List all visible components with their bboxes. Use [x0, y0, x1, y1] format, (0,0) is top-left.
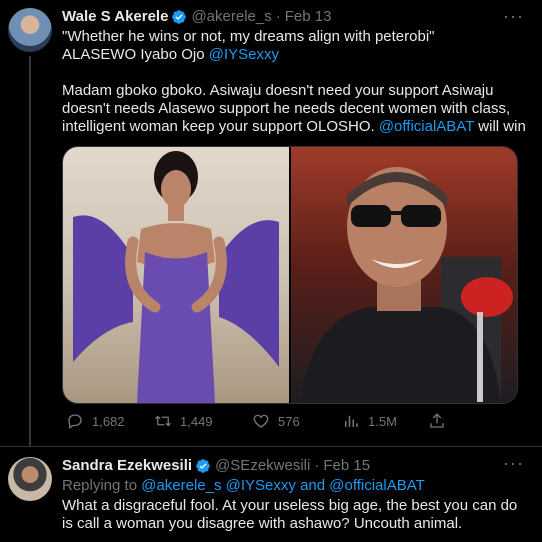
views-chart-icon	[345, 415, 358, 427]
like-count: 576	[278, 413, 300, 429]
thread-line	[29, 56, 31, 446]
media-grid	[62, 146, 518, 404]
more-dots-icon[interactable]: ···	[503, 453, 524, 474]
tweet-body: Madam gboko gboko. Asiwaju doesn't need …	[62, 82, 532, 136]
avatar[interactable]	[8, 457, 52, 501]
tweet-date[interactable]: Feb 15	[323, 457, 370, 474]
retweet-icon	[155, 415, 171, 427]
author-name[interactable]: Wale S Akerele	[62, 8, 168, 25]
heart-icon	[253, 414, 269, 428]
views-count: 1.5M	[368, 413, 397, 429]
share-icon	[430, 413, 444, 428]
mention-link[interactable]: @officialABAT	[379, 118, 474, 135]
share-button[interactable]	[428, 412, 454, 430]
replying-to-mentions[interactable]: @akerele_s @IYSexxy and @officialABAT	[141, 477, 425, 494]
more-dots-icon[interactable]: ···	[503, 6, 524, 27]
reply-count: 1,682	[92, 413, 125, 429]
replying-to: Replying to @akerele_s @IYSexxy and @off…	[62, 477, 532, 495]
author-name[interactable]: Sandra Ezekwesili	[62, 457, 192, 474]
tweet-sezekwesili[interactable]: Sandra Ezekwesili @SEzekwesili · Feb 15 …	[0, 446, 542, 542]
reply-icon	[68, 414, 82, 430]
photo-woman-illustration	[73, 151, 279, 403]
mention-link[interactable]: @IYSexxy	[209, 46, 279, 63]
separator-dot: ·	[275, 8, 281, 25]
tweet-body-suffix: will win	[474, 118, 526, 135]
tweet-actions: 1,682 1,449 576 1.5M	[62, 412, 462, 436]
author-handle[interactable]: @SEzekwesili	[215, 457, 310, 474]
tweet-body: What a disgraceful fool. At your useless…	[62, 497, 518, 532]
author-handle[interactable]: @akerele_s	[191, 8, 271, 25]
tweet-akerele[interactable]: Wale S Akerele @akerele_s · Feb 13 ··· "…	[0, 0, 542, 446]
retweet-button[interactable]: 1,449	[154, 412, 213, 430]
photo-man-illustration	[301, 167, 513, 403]
views-button[interactable]: 1.5M	[342, 412, 397, 430]
reply-button[interactable]: 1,682	[66, 412, 125, 430]
tweet-text-quote: "Whether he wins or not, my dreams align…	[62, 28, 435, 45]
verified-badge-icon	[172, 9, 187, 24]
tweet-header: Sandra Ezekwesili @SEzekwesili · Feb 15	[62, 457, 370, 474]
tweet-text-prefix: ALASEWO Iyabo Ojo	[62, 46, 209, 63]
avatar[interactable]	[8, 8, 52, 52]
tweet-date[interactable]: Feb 13	[285, 8, 332, 25]
retweet-count: 1,449	[180, 413, 213, 429]
verified-badge-icon	[196, 458, 210, 473]
like-button[interactable]: 576	[252, 412, 300, 430]
tweet-header: Wale S Akerele @akerele_s · Feb 13	[62, 8, 331, 25]
replying-prefix: Replying to	[62, 477, 142, 494]
photo-man-smiling[interactable]	[291, 147, 517, 403]
separator-dot: ·	[314, 457, 320, 474]
photo-woman-purple-gown[interactable]	[63, 147, 289, 403]
tweet-text-line: ALASEWO Iyabo Ojo @IYSexxy	[62, 46, 532, 64]
